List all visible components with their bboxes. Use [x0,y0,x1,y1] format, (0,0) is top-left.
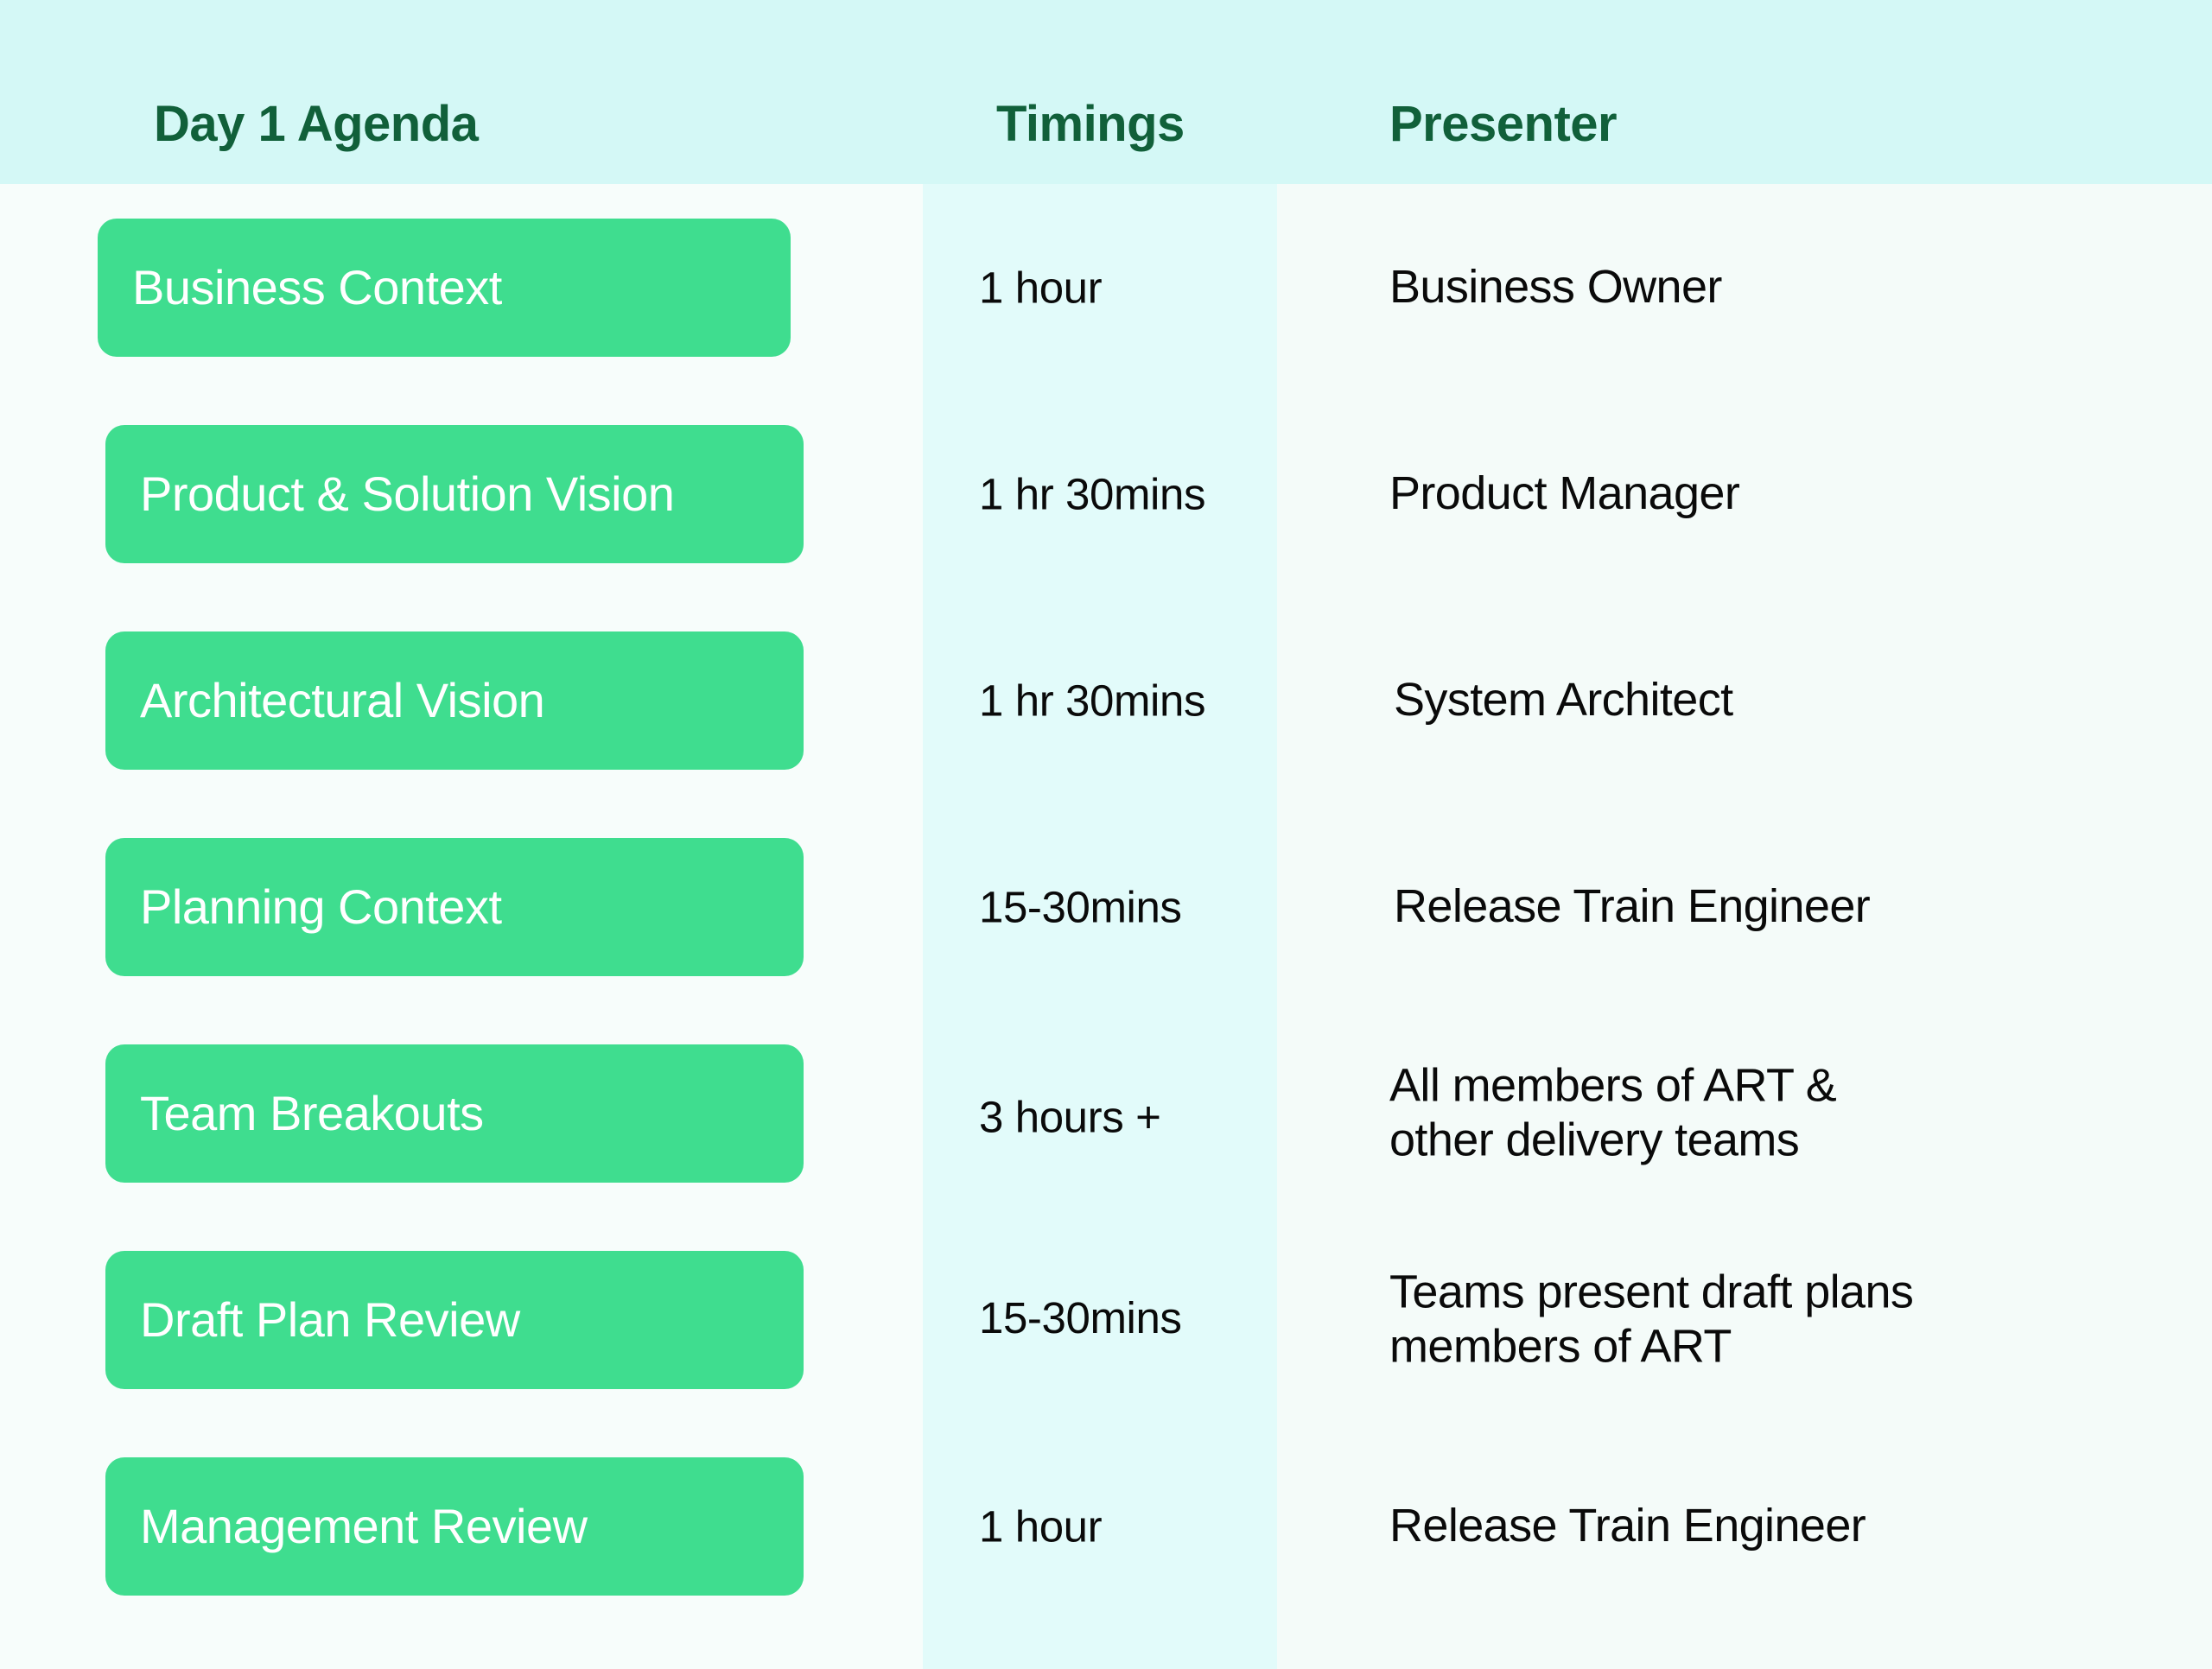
agenda-item-pill[interactable]: Team Breakouts [105,1044,804,1183]
agenda-item-label: Architectural Vision [140,672,545,727]
timing-value: 1 hr 30mins [979,469,1206,518]
presenter-value: Business Owner [1389,260,1722,315]
agenda-item-pill[interactable]: Business Context [98,218,791,357]
agenda-item-label: Draft Plan Review [140,1291,520,1347]
table-row: Management Review 1 hour Release Train Eng… [0,1423,2212,1629]
presenter-line-1: System Architect [1394,673,1733,726]
presenter-line-2: other delivery teams [1389,1114,1800,1166]
table-row: Planning Context 15-30mins Release Train E… [0,803,2212,1010]
table-row: Draft Plan Review 15-30mins Teams present … [0,1216,2212,1423]
table-row: Product & Solution Vision 1 hr 30mins Prod… [0,390,2212,597]
agenda-item-label: Management Review [140,1498,588,1553]
agenda-item-pill[interactable]: Management Review [105,1456,804,1596]
agenda-item-pill[interactable]: Product & Solution Vision [105,424,804,563]
presenter-value: All members of ART & other delivery teams [1389,1058,1837,1168]
timing-value: 15-30mins [979,1292,1182,1342]
presenter-line-1: Release Train Engineer [1389,1499,1866,1552]
agenda-table-body: Business Context 1 hour Business Owner Prod… [0,184,2212,1629]
presenter-line-1: Product Manager [1389,466,1740,519]
agenda-item-label: Team Breakouts [140,1085,484,1140]
column-header-presenter: Presenter [1389,96,1618,152]
table-header: Day 1 Agenda Timings Presenter [0,0,2212,184]
agenda-item-pill[interactable]: Architectural Vision [105,631,804,770]
presenter-line-1: Teams present draft plans [1389,1265,1914,1317]
presenter-value: Product Manager [1389,466,1740,522]
presenter-line-1: Release Train Engineer [1394,879,1871,932]
timing-value: 15-30mins [979,882,1182,931]
timing-value: 1 hr 30mins [979,676,1206,725]
column-header-agenda: Day 1 Agenda [154,96,479,152]
timing-value: 1 hour [979,263,1103,312]
timing-value: 3 hours + [979,1092,1161,1142]
agenda-item-label: Product & Solution Vision [140,466,675,521]
agenda-item-label: Planning Context [140,879,502,934]
presenter-value: System Architect [1394,673,1733,728]
presenter-line-1: All members of ART & [1389,1058,1837,1111]
agenda-item-label: Business Context [132,259,502,314]
presenter-line-1: Business Owner [1389,260,1722,313]
agenda-item-pill[interactable]: Draft Plan Review [105,1250,804,1389]
presenter-value: Release Train Engineer [1389,1499,1866,1554]
presenter-line-2: members of ART [1389,1320,1732,1373]
table-row: Team Breakouts 3 hours + All members of AR… [0,1010,2212,1216]
table-row: Business Context 1 hour Business Owner [0,184,2212,390]
agenda-item-pill[interactable]: Planning Context [105,837,804,976]
presenter-value: Release Train Engineer [1394,879,1871,935]
timing-value: 1 hour [979,1501,1103,1551]
column-header-timings: Timings [996,96,1185,152]
table-row: Architectural Vision 1 hr 30mins System Ar… [0,597,2212,803]
presenter-value: Teams present draft plans members of ART [1389,1265,1914,1374]
